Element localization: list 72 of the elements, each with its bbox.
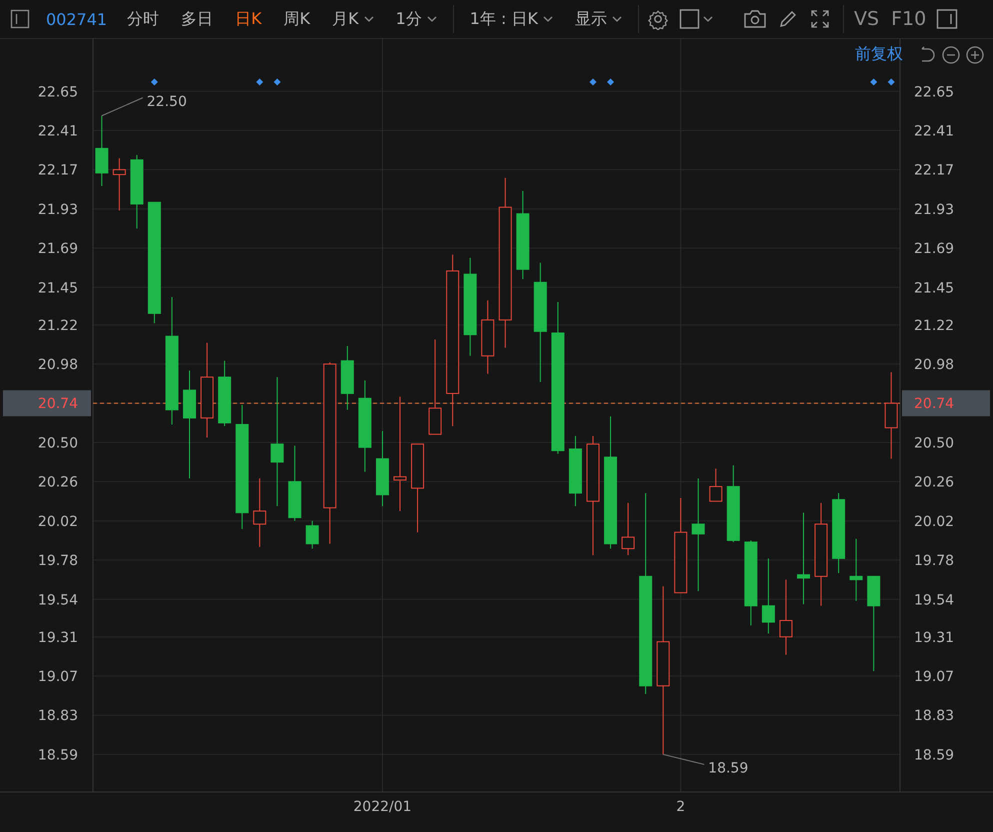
price-label: 18.59 — [708, 760, 748, 776]
axis-label: 18.59 — [914, 747, 954, 764]
axis-label: 22.17 — [38, 162, 78, 179]
axis-label: 22.65 — [914, 84, 954, 100]
axis-label: 19.31 — [914, 630, 954, 646]
period-tab[interactable]: 分时 — [119, 8, 168, 30]
axis-label: 19.54 — [38, 592, 78, 608]
period-tab[interactable]: 周K — [276, 8, 318, 30]
axis-label: 21.93 — [914, 202, 954, 218]
axis-label: 22.65 — [38, 84, 78, 100]
zoom-in-icon[interactable] — [965, 44, 985, 64]
event-marker[interactable] — [607, 78, 614, 86]
caret-icon — [612, 16, 622, 22]
axis-label: 21.45 — [38, 280, 78, 296]
axis-label: 19.78 — [914, 553, 954, 570]
axis-label: 22.41 — [38, 123, 78, 140]
event-marker[interactable] — [256, 78, 264, 86]
axis-label: 20.02 — [38, 514, 78, 530]
axis-label: 21.22 — [914, 318, 954, 334]
candlestick — [253, 478, 266, 548]
axis-label: 21.93 — [38, 202, 78, 218]
axis-label: 21.69 — [914, 241, 954, 258]
event-marker[interactable] — [870, 78, 878, 86]
period-tab[interactable]: 月K — [324, 8, 382, 30]
axis-label: 20.74 — [38, 396, 78, 412]
price-label: 20.74 — [914, 396, 954, 412]
leader-line — [662, 754, 705, 765]
axis-label: 19.54 — [914, 592, 954, 608]
camera-icon[interactable] — [743, 8, 767, 30]
axis-label: 22.17 — [914, 162, 954, 179]
zoom-out-icon[interactable] — [941, 44, 961, 64]
axis-label: 18.83 — [38, 708, 78, 724]
axis-label: 19.31 — [38, 630, 78, 646]
settings-icon[interactable] — [647, 8, 669, 30]
leader-line — [101, 97, 144, 116]
f10-button[interactable]: F10 — [889, 8, 928, 30]
square-dropdown-icon[interactable] — [679, 8, 715, 30]
price-label: 22.50 — [146, 94, 187, 110]
axis-label: 19.78 — [38, 553, 78, 570]
display-dropdown[interactable]: 显示 — [567, 8, 630, 30]
event-marker[interactable] — [150, 78, 158, 86]
axis-label: 20.50 — [38, 435, 78, 452]
fullscreen-icon[interactable] — [809, 8, 831, 30]
axis-label: 20.26 — [38, 474, 78, 491]
compare-button[interactable]: VS — [852, 8, 882, 30]
axis-label: 21.45 — [914, 280, 954, 296]
axis-label: 22.41 — [914, 123, 954, 140]
axis-label: 18.83 — [914, 708, 954, 724]
event-marker[interactable] — [888, 78, 895, 86]
event-marker[interactable] — [590, 78, 596, 86]
axis-label: 20.98 — [914, 357, 954, 374]
sidebar-icon[interactable] — [936, 8, 958, 30]
event-marker[interactable] — [274, 78, 281, 86]
axis-label: 20.98 — [38, 357, 78, 374]
period-tab[interactable]: 多日 — [173, 8, 222, 30]
period-tab[interactable]: 1分 — [388, 8, 445, 30]
axis-label: 20.26 — [914, 474, 954, 491]
axis-label: 19.07 — [914, 669, 954, 686]
axis-label: 21.69 — [38, 241, 78, 258]
axis-label: 21.22 — [38, 318, 78, 334]
caret-icon — [543, 16, 553, 22]
axis-label: 20.02 — [914, 514, 954, 530]
stock-code: 002741 — [46, 10, 108, 28]
panel-icon[interactable] — [10, 9, 30, 29]
axis-label: 19.07 — [38, 669, 78, 686]
axis-label: 18.59 — [38, 747, 78, 764]
range-dropdown[interactable]: 1年 : 日K — [462, 8, 561, 30]
adjust-button[interactable]: 前复权 — [855, 44, 913, 65]
axis-label: 2022/01 — [353, 799, 412, 815]
axis-label: 2 — [676, 799, 686, 815]
period-tab[interactable]: 日K — [227, 8, 270, 30]
axis-label: 20.50 — [914, 435, 954, 452]
